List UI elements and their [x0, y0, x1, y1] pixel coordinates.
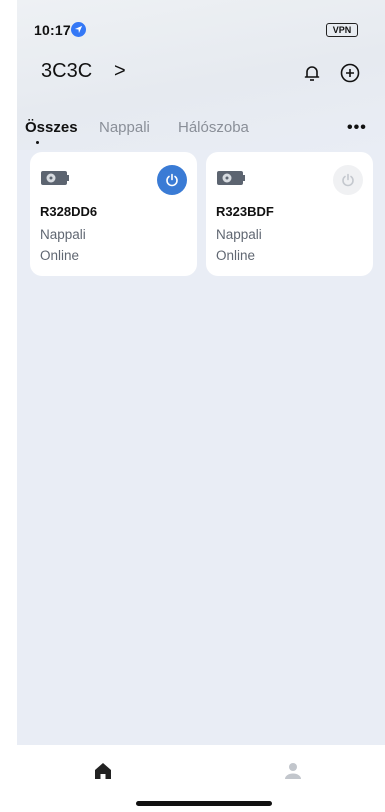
device-icon [40, 168, 70, 188]
device-room: Nappali [40, 227, 86, 242]
bottom-nav [17, 745, 385, 812]
home-name: 3C3C [41, 60, 93, 82]
location-arrow-icon [71, 22, 86, 37]
device-room: Nappali [216, 227, 262, 242]
more-options-button[interactable]: ••• [347, 119, 367, 137]
device-icon [216, 168, 246, 188]
device-status: Online [40, 248, 80, 263]
tab-haloszoba[interactable]: Hálószoba [178, 119, 249, 136]
bell-icon[interactable] [301, 62, 323, 84]
profile-icon[interactable] [281, 759, 305, 783]
chevron-right-icon: > [114, 60, 126, 82]
tab-all[interactable]: Összes [25, 119, 78, 136]
power-icon[interactable] [157, 165, 187, 195]
device-name: R323BDF [216, 204, 274, 219]
room-tabs: Összes Nappali Hálószoba ••• [17, 110, 385, 146]
status-time: 10:17 [34, 22, 71, 38]
status-bar: 10:17 VPN [17, 0, 385, 44]
device-card[interactable]: R323BDF Nappali Online [206, 152, 373, 276]
device-name: R328DD6 [40, 204, 98, 219]
active-tab-indicator [36, 141, 39, 144]
device-card[interactable]: R328DD6 Nappali Online [30, 152, 197, 276]
device-status: Online [216, 248, 256, 263]
home-indicator [136, 801, 272, 806]
power-icon[interactable] [333, 165, 363, 195]
plus-circle-icon[interactable] [339, 62, 361, 84]
home-icon[interactable] [91, 759, 115, 783]
app-screen: 10:17 VPN 3C3C > Összes Nappali Hálószob… [17, 0, 385, 812]
tab-nappali[interactable]: Nappali [99, 119, 150, 136]
vpn-badge: VPN [326, 23, 358, 37]
